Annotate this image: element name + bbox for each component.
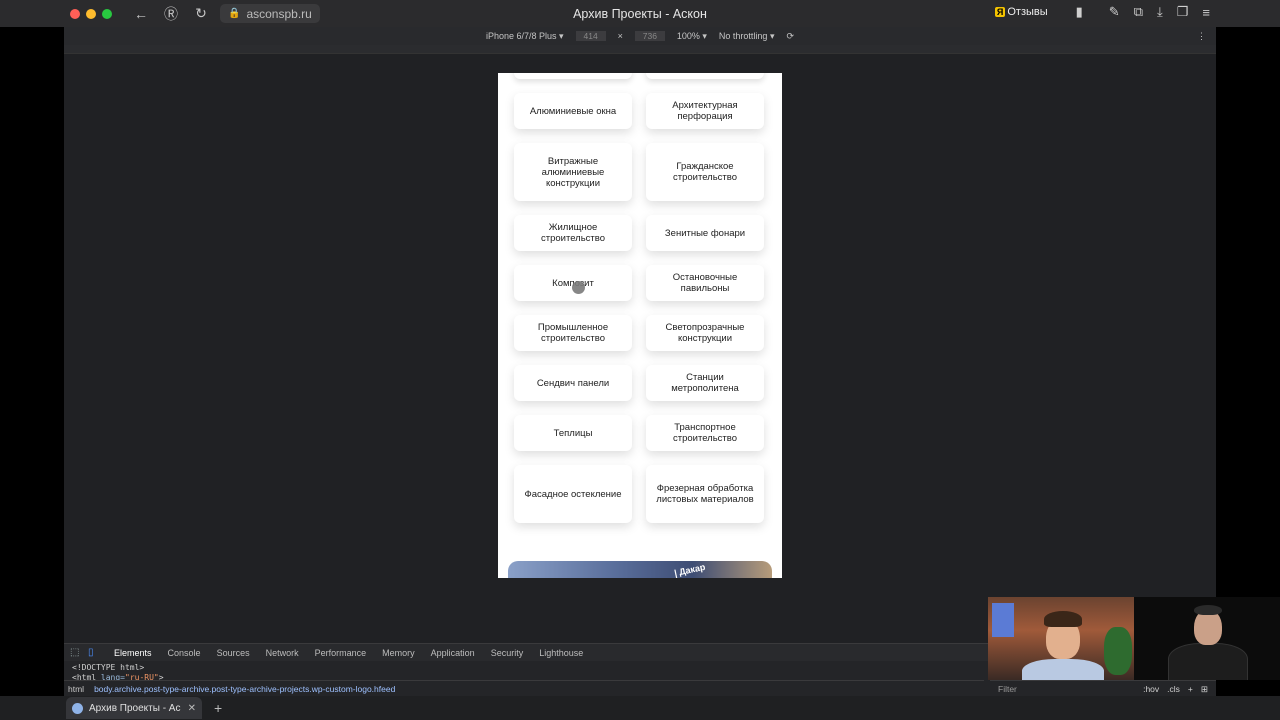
person-body	[1022, 659, 1104, 680]
inspect-element-icon[interactable]: ⬚	[70, 647, 84, 658]
category-card[interactable]: Теплицы	[514, 415, 632, 451]
extensions-icon[interactable]: ⧉	[1134, 4, 1143, 20]
promo-banner[interactable]	[508, 561, 772, 578]
category-card[interactable]: Архитектурная перфорация	[646, 93, 764, 129]
browser-tab-strip: Архив Проекты - Аскон ✕ +	[0, 696, 1280, 720]
devtools-tab-network[interactable]: Network	[258, 648, 307, 658]
category-card[interactable]: Витражные алюминиевые конструкции	[514, 143, 632, 201]
reload-icon[interactable]: ↻	[190, 5, 212, 22]
category-card[interactable]: Остановочные павильоны	[646, 265, 764, 301]
breadcrumb-html[interactable]: html	[68, 684, 84, 694]
category-card[interactable]: Сендвич панели	[514, 365, 632, 401]
cls-button[interactable]: .cls	[1167, 684, 1180, 695]
extension-circle-icon[interactable]: Ⓡ	[160, 4, 182, 24]
download-icon[interactable]: ⤓	[1157, 4, 1163, 20]
add-rule-icon[interactable]: +	[1188, 684, 1193, 695]
devtools-tab-elements[interactable]: Elements	[106, 648, 160, 658]
back-arrow-icon[interactable]: ←	[130, 6, 152, 22]
category-card[interactable]: Алюминиевые окна	[514, 93, 632, 129]
category-card[interactable]: Жилищное строительство	[514, 215, 632, 251]
zoom-select[interactable]: 100% ▾	[677, 31, 707, 42]
bookmark-icon[interactable]: ▮	[1076, 4, 1083, 20]
lock-icon: 🔒	[228, 8, 241, 19]
close-window-button[interactable]	[70, 8, 80, 19]
otzyvy-label: Отзывы	[1007, 6, 1048, 18]
background-shelf	[992, 603, 1014, 637]
device-height-field[interactable]: 736	[634, 31, 665, 41]
address-bar[interactable]: 🔒 asconspb.ru	[220, 4, 320, 23]
devtools-tab-sources[interactable]: Sources	[209, 648, 258, 658]
color-picker-icon[interactable]: ✎	[1109, 4, 1120, 20]
category-card[interactable]: Гражданское строительство	[646, 143, 764, 201]
devtools-tab-console[interactable]: Console	[160, 648, 209, 658]
devtools-tab-performance[interactable]: Performance	[307, 648, 375, 658]
pages-icon[interactable]: ❐	[1177, 4, 1189, 20]
more-options-icon[interactable]: ⋮	[1197, 31, 1206, 42]
yandex-logo-icon: Я	[994, 7, 1006, 17]
browser-tab[interactable]: Архив Проекты - Аскон ✕	[66, 697, 202, 719]
browser-titlebar: ← Ⓡ ↻ 🔒 asconspb.ru Архив Проекты - Аско…	[0, 0, 1280, 27]
menu-icon[interactable]: ≡	[1202, 5, 1210, 20]
throttling-select[interactable]: No throttling ▾	[719, 31, 775, 42]
category-card[interactable]: Светопрозрачные конструкции	[646, 315, 764, 351]
dimension-separator-icon: ×	[617, 31, 623, 41]
person-hair	[1044, 611, 1082, 627]
device-width-field[interactable]: 414	[575, 31, 606, 41]
address-url: asconspb.ru	[246, 6, 312, 21]
media-query-ruler	[64, 45, 1216, 54]
devtools-tab-lighthouse[interactable]: Lighthouse	[531, 648, 591, 658]
breadcrumb-body[interactable]: body.archive.post-type-archive.post-type…	[94, 684, 395, 694]
webcam-feed-left	[988, 597, 1134, 680]
minimize-window-button[interactable]	[86, 8, 96, 19]
styles-filter-input[interactable]: Filter	[998, 684, 1017, 694]
browser-tab-title: Архив Проекты - Аскон	[89, 702, 181, 714]
devtools-tab-security[interactable]: Security	[483, 648, 532, 658]
maximize-window-button[interactable]	[102, 8, 112, 19]
background-plant	[1104, 627, 1132, 675]
browser-toolbar-right: Я Отзывы ▮ ✎ ⧉ ⤓ ❐ ≡	[994, 4, 1210, 20]
device-select[interactable]: iPhone 6/7/8 Plus ▾	[486, 31, 564, 42]
hov-button[interactable]: :hov	[1143, 684, 1159, 695]
category-card[interactable]: Фасадное остекление	[514, 465, 632, 523]
partial-card[interactable]	[646, 73, 764, 79]
styles-filter-bar: Filter :hov .cls + ⊞	[990, 680, 1216, 697]
touch-cursor-indicator	[572, 281, 585, 294]
category-card[interactable]: Станции метрополитена	[646, 365, 764, 401]
devtools-device-frame: iPhone 6/7/8 Plus ▾ 414 × 736 100% ▾ No …	[64, 27, 1216, 643]
devtools-tab-memory[interactable]: Memory	[374, 648, 423, 658]
close-tab-icon[interactable]: ✕	[188, 703, 196, 714]
category-card[interactable]: Промышленное строительство	[514, 315, 632, 351]
person-body	[1168, 643, 1248, 680]
category-card[interactable]: Фрезерная обработка листовых материалов	[646, 465, 764, 523]
computed-sidebar-icon[interactable]: ⊞	[1201, 684, 1208, 695]
window-controls	[70, 8, 112, 19]
mobile-viewport[interactable]: Алюминиевые окна Архитектурная перфорация…	[498, 73, 782, 578]
webcam-feed-right	[1134, 597, 1280, 680]
partial-card[interactable]	[514, 73, 632, 79]
category-grid: Алюминиевые окна Архитектурная перфорация…	[514, 93, 766, 537]
site-favicon-icon	[72, 702, 83, 714]
dom-breadcrumb: html body.archive.post-type-archive.post…	[64, 680, 984, 697]
category-card[interactable]: Зенитные фонари	[646, 215, 764, 251]
rotate-icon[interactable]: ⟳	[786, 31, 794, 42]
category-card[interactable]: Транспортное строительство	[646, 415, 764, 451]
device-toggle-icon[interactable]: ▯	[88, 647, 102, 658]
devtools-tab-application[interactable]: Application	[423, 648, 483, 658]
otzyvy-extension-button[interactable]: Я Отзывы	[994, 6, 1048, 18]
device-toolbar: iPhone 6/7/8 Plus ▾ 414 × 736 100% ▾ No …	[64, 27, 1216, 45]
new-tab-icon[interactable]: +	[214, 700, 222, 716]
person-hair	[1194, 605, 1222, 615]
